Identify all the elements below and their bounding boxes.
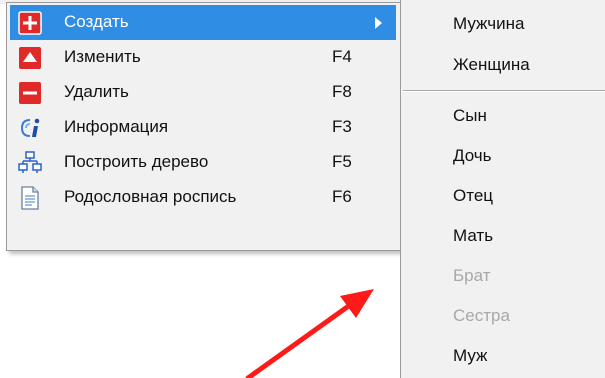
submenu-item-sister: Сестра [453,306,510,325]
info-icon [18,116,42,140]
shortcut-label: F3 [332,117,352,136]
submenu-item-son[interactable]: Сын [453,106,487,126]
submenu-arrow-icon [375,17,382,29]
context-menu: Создать Изменить F4 Удалить F8 Информаци… [6,2,402,251]
minus-icon [18,81,42,105]
menu-item-label: Родословная роспись [64,187,237,206]
menu-item-info[interactable]: Информация F3 [10,110,396,145]
menu-item-label: Изменить [64,47,141,66]
menu-item-label: Информация [64,117,169,136]
menu-item-pedigree[interactable]: Родословная роспись F6 [10,180,396,215]
create-submenu: Мужчина Женщина Сын Дочь Отец Мать Брат … [400,0,605,378]
submenu-item-father[interactable]: Отец [453,186,493,206]
document-icon [18,186,42,210]
shortcut-label: F5 [332,152,352,171]
menu-item-label: Создать [64,12,129,31]
submenu-item-husband[interactable]: Муж [453,346,487,366]
submenu-item-male[interactable]: Мужчина [453,14,524,34]
menu-item-delete[interactable]: Удалить F8 [10,75,396,110]
submenu-item-brother: Брат [453,266,491,285]
shortcut-label: F6 [332,187,352,206]
plus-icon [18,11,42,35]
edit-icon [18,46,42,70]
tree-icon [18,151,42,175]
submenu-item-daughter[interactable]: Дочь [453,146,492,166]
menu-item-build-tree[interactable]: Построить дерево F5 [10,145,396,180]
shortcut-label: F8 [332,82,352,101]
menu-item-label: Удалить [64,82,129,101]
menu-item-edit[interactable]: Изменить F4 [10,40,396,75]
menu-item-create[interactable]: Создать [10,5,396,40]
menu-item-label: Построить дерево [64,152,209,171]
submenu-separator [403,90,605,92]
submenu-item-mother[interactable]: Мать [453,226,493,246]
shortcut-label: F4 [332,47,352,66]
submenu-item-female[interactable]: Женщина [453,55,530,75]
